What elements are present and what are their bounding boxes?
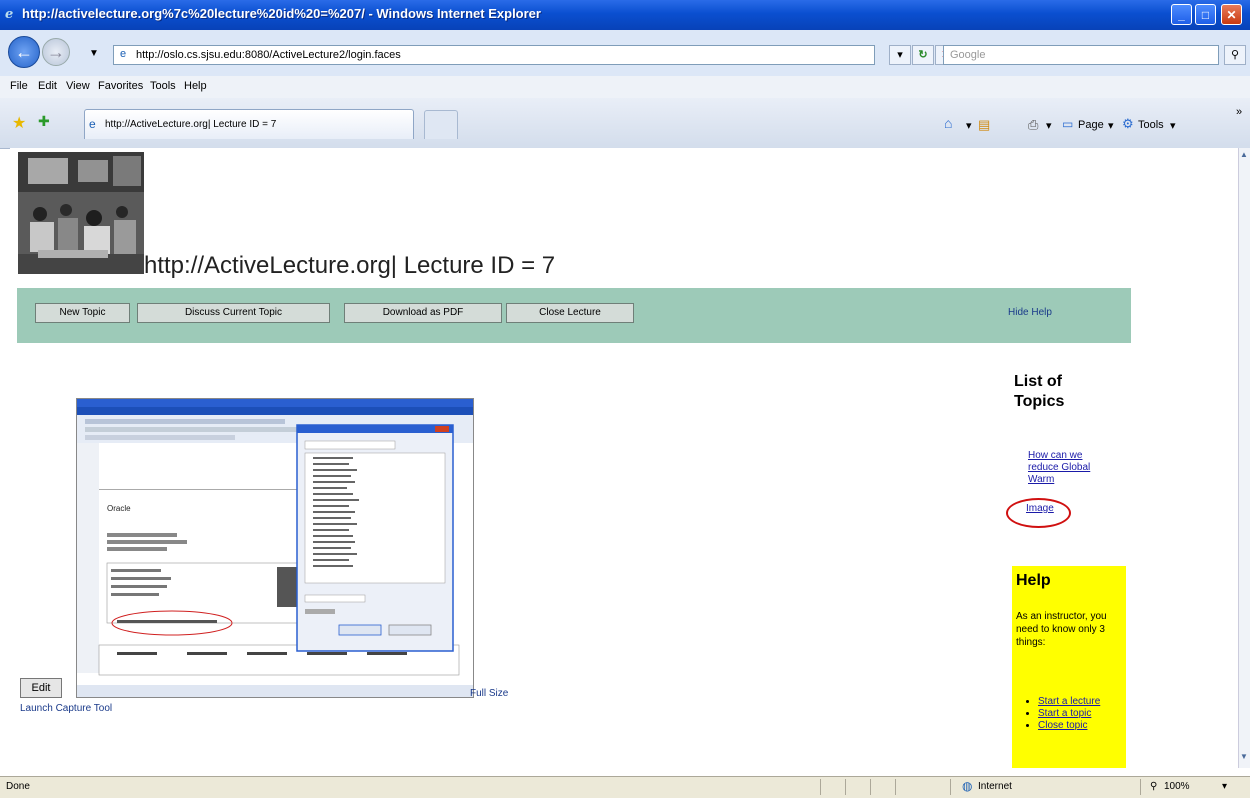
page-icon: e bbox=[120, 48, 127, 60]
scroll-down-icon[interactable]: ▼ bbox=[1240, 752, 1248, 761]
add-favorites-icon[interactable]: ✚ bbox=[38, 113, 50, 130]
ie-icon: e bbox=[5, 7, 14, 22]
vertical-scrollbar[interactable]: ▲ ▼ bbox=[1238, 148, 1250, 768]
tools-gear-icon: ⚙ bbox=[1122, 116, 1134, 131]
title-bar: e http://activelecture.org%7c%20lecture%… bbox=[0, 0, 1250, 31]
minimize-button[interactable]: _ bbox=[1171, 4, 1192, 25]
new-tab-button[interactable] bbox=[424, 110, 458, 139]
security-zone: Internet bbox=[978, 781, 1012, 792]
tab-active[interactable]: e http://ActiveLecture.org| Lecture ID =… bbox=[84, 109, 414, 139]
search-box[interactable]: Google bbox=[943, 45, 1219, 65]
download-pdf-button[interactable]: Download as PDF bbox=[344, 303, 502, 323]
help-intro: As an instructor, you need to know only … bbox=[1016, 611, 1107, 648]
favorites-star-icon[interactable]: ★ bbox=[12, 113, 26, 133]
hide-help-link[interactable]: Hide Help bbox=[1008, 307, 1052, 318]
zoom-icon: ⚲ bbox=[1150, 781, 1158, 792]
help-list: Start a lecture Start a topic Close topi… bbox=[1016, 696, 1128, 732]
address-bar[interactable]: e http://oslo.cs.sjsu.edu:8080/ActiveLec… bbox=[113, 45, 875, 65]
list-of-topics-heading: List of Topics bbox=[1014, 373, 1065, 410]
menu-file[interactable]: File bbox=[10, 80, 28, 92]
home-dropdown-icon[interactable]: ▾ bbox=[966, 119, 972, 132]
start-lecture-link[interactable]: Start a lecture bbox=[1038, 696, 1100, 707]
menu-tools[interactable]: Tools bbox=[150, 80, 176, 92]
window-title: http://activelecture.org%7c%20lecture%20… bbox=[22, 6, 541, 21]
refresh-icon[interactable]: ↻ bbox=[912, 45, 934, 65]
status-bar: Done ◍ Internet ⚲ 100% ▾ bbox=[0, 776, 1250, 798]
help-title: Help bbox=[1016, 572, 1051, 589]
topic-link[interactable]: How can we reduce Global Warm bbox=[1028, 450, 1108, 486]
globe-icon: ◍ bbox=[962, 779, 973, 793]
logo-image bbox=[18, 152, 144, 274]
status-text: Done bbox=[6, 781, 30, 792]
zoom-dropdown-icon[interactable]: ▾ bbox=[1222, 781, 1227, 792]
scroll-up-icon[interactable]: ▲ bbox=[1240, 150, 1248, 159]
help-item: Start a topic bbox=[1038, 708, 1128, 720]
close-button[interactable]: ✕ bbox=[1221, 4, 1242, 25]
page-heading: http://ActiveLecture.org| Lecture ID = 7 bbox=[144, 252, 556, 279]
menu-edit[interactable]: Edit bbox=[38, 80, 57, 92]
full-size-link[interactable]: Full Size bbox=[470, 688, 508, 699]
print-dropdown-icon[interactable]: ▾ bbox=[1046, 119, 1052, 132]
help-panel: Help As an instructor, you need to know … bbox=[1012, 566, 1126, 768]
zoom-level[interactable]: 100% bbox=[1164, 781, 1190, 792]
back-button[interactable]: ← bbox=[8, 36, 40, 68]
more-chevron-icon[interactable]: » bbox=[1236, 106, 1242, 118]
forward-button[interactable]: → bbox=[42, 38, 70, 66]
home-icon[interactable]: ⌂ bbox=[944, 115, 952, 131]
classroom-photo bbox=[18, 152, 144, 274]
page-content: http://ActiveLecture.org| Lecture ID = 7… bbox=[10, 148, 1238, 768]
captured-screenshot-image[interactable]: Oracle bbox=[76, 398, 474, 698]
start-topic-link[interactable]: Start a topic bbox=[1038, 708, 1091, 719]
search-icon[interactable]: ⚲ bbox=[1224, 45, 1246, 65]
tools-dropdown-icon[interactable]: ▾ bbox=[1170, 119, 1176, 132]
page-menu-icon: ▭ bbox=[1062, 117, 1074, 131]
tab-title: http://ActiveLecture.org| Lecture ID = 7 bbox=[105, 119, 277, 130]
annotation-ellipse bbox=[1006, 498, 1071, 528]
capture-caption: Oracle bbox=[107, 504, 131, 513]
feeds-icon[interactable]: ▤ bbox=[978, 117, 990, 133]
new-topic-button[interactable]: New Topic bbox=[35, 303, 130, 323]
tools-menu[interactable]: Tools bbox=[1138, 119, 1164, 131]
help-item: Start a lecture bbox=[1038, 696, 1128, 708]
page-dropdown-icon[interactable]: ▾ bbox=[1108, 119, 1114, 132]
tab-page-icon: e bbox=[89, 117, 96, 131]
screenshot-thumbnail: Oracle bbox=[77, 399, 473, 697]
edit-button[interactable]: Edit bbox=[20, 678, 62, 698]
close-topic-link[interactable]: Close topic bbox=[1038, 720, 1087, 731]
launch-capture-tool-link[interactable]: Launch Capture Tool bbox=[20, 703, 112, 714]
menu-favorites[interactable]: Favorites bbox=[98, 80, 143, 92]
menu-view[interactable]: View bbox=[66, 80, 90, 92]
recent-pages-dropdown-icon[interactable]: ▼ bbox=[89, 48, 99, 59]
print-icon[interactable]: ⎙ bbox=[1028, 117, 1038, 133]
page-menu[interactable]: Page bbox=[1078, 119, 1104, 131]
address-dropdown-button[interactable]: ▾ bbox=[889, 45, 911, 65]
maximize-button[interactable]: □ bbox=[1195, 4, 1216, 25]
close-lecture-button[interactable]: Close Lecture bbox=[506, 303, 634, 323]
discuss-current-topic-button[interactable]: Discuss Current Topic bbox=[137, 303, 330, 323]
menu-help[interactable]: Help bbox=[184, 80, 207, 92]
help-item: Close topic bbox=[1038, 720, 1128, 732]
search-placeholder: Google bbox=[950, 49, 986, 61]
address-text: http://oslo.cs.sjsu.edu:8080/ActiveLectu… bbox=[136, 49, 401, 61]
